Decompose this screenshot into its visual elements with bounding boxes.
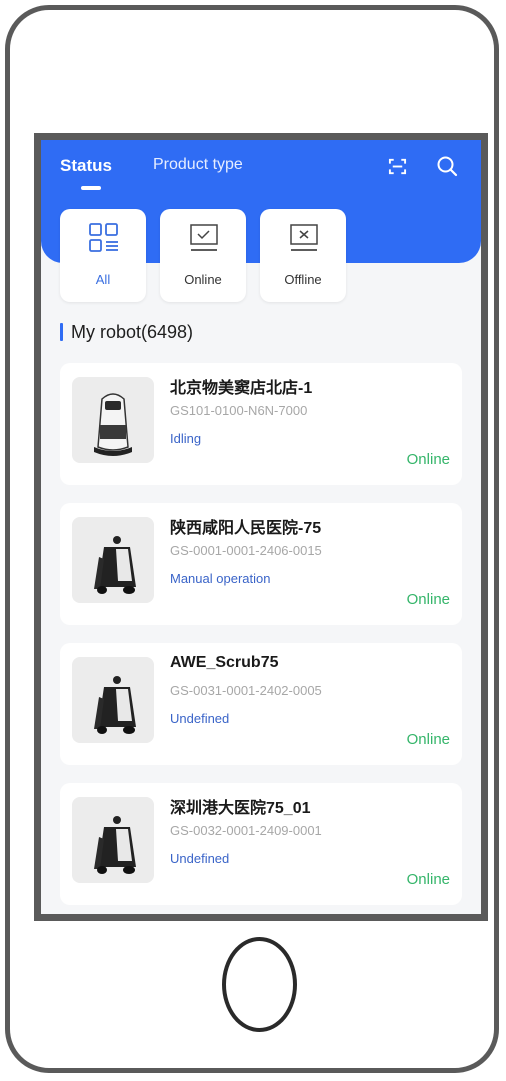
robot-serial: GS-0032-0001-2409-0001 bbox=[170, 823, 322, 838]
scrubber-robot-icon bbox=[94, 536, 136, 594]
monitor-x-icon bbox=[290, 224, 318, 251]
search-icon[interactable] bbox=[436, 155, 458, 177]
robot-name: AWE_Scrub75 bbox=[170, 654, 279, 671]
robot-image bbox=[72, 377, 154, 463]
robot-online-status: Online bbox=[406, 591, 450, 608]
robot-name: 深圳港大医院75_01 bbox=[170, 800, 311, 817]
section-title: My robot(6498) bbox=[71, 322, 194, 342]
scrubber-robot-icon bbox=[94, 676, 136, 734]
robot-serial: GS101-0100-N6N-7000 bbox=[170, 403, 308, 418]
robot-image bbox=[72, 517, 154, 603]
filter-online[interactable]: Online bbox=[160, 209, 246, 302]
scan-icon[interactable] bbox=[388, 157, 407, 176]
app-screen: Status Product type All Online Offline M… bbox=[34, 133, 488, 921]
grid-list-icon bbox=[89, 223, 118, 252]
active-tab-indicator bbox=[81, 186, 101, 190]
robot-state: Idling bbox=[170, 431, 202, 446]
robot-card[interactable]: 深圳港大医院75_01 GS-0032-0001-2409-0001 Undef… bbox=[60, 783, 462, 905]
robot-image bbox=[72, 657, 154, 743]
section-marker bbox=[60, 323, 63, 341]
robot-online-status: Online bbox=[406, 451, 450, 468]
robot-card[interactable]: AWE_Scrub75 GS-0031-0001-2402-0005 Undef… bbox=[60, 643, 462, 765]
robot-serial: GS-0031-0001-2402-0005 bbox=[170, 683, 322, 698]
home-button[interactable] bbox=[222, 937, 297, 1032]
robot-name: 陕西咸阳人民医院-75 bbox=[170, 520, 322, 537]
robot-state: Manual operation bbox=[170, 571, 271, 586]
delivery-robot-icon bbox=[94, 393, 132, 456]
robot-state: Undefined bbox=[170, 711, 230, 726]
robot-card[interactable]: 陕西咸阳人民医院-75 GS-0001-0001-2406-0015 Manua… bbox=[60, 503, 462, 625]
filter-all[interactable]: All bbox=[60, 209, 146, 302]
tab-product-type[interactable]: Product type bbox=[153, 156, 243, 174]
robot-serial: GS-0001-0001-2406-0015 bbox=[170, 543, 322, 558]
robot-name: 北京物美窦店北店-1 bbox=[170, 380, 313, 397]
filter-online-label: Online bbox=[184, 272, 222, 287]
monitor-check-icon bbox=[190, 224, 218, 251]
filter-offline-label: Offline bbox=[284, 272, 322, 287]
robot-image bbox=[72, 797, 154, 883]
tab-status[interactable]: Status bbox=[60, 156, 112, 176]
robot-online-status: Online bbox=[406, 871, 450, 888]
filter-all-label: All bbox=[95, 272, 111, 287]
robot-online-status: Online bbox=[406, 731, 450, 748]
scrubber-robot-icon bbox=[94, 816, 136, 874]
robot-card[interactable]: 北京物美窦店北店-1 GS101-0100-N6N-7000 Idling On… bbox=[60, 363, 462, 485]
robot-state: Undefined bbox=[170, 851, 230, 866]
filter-offline[interactable]: Offline bbox=[260, 209, 346, 302]
